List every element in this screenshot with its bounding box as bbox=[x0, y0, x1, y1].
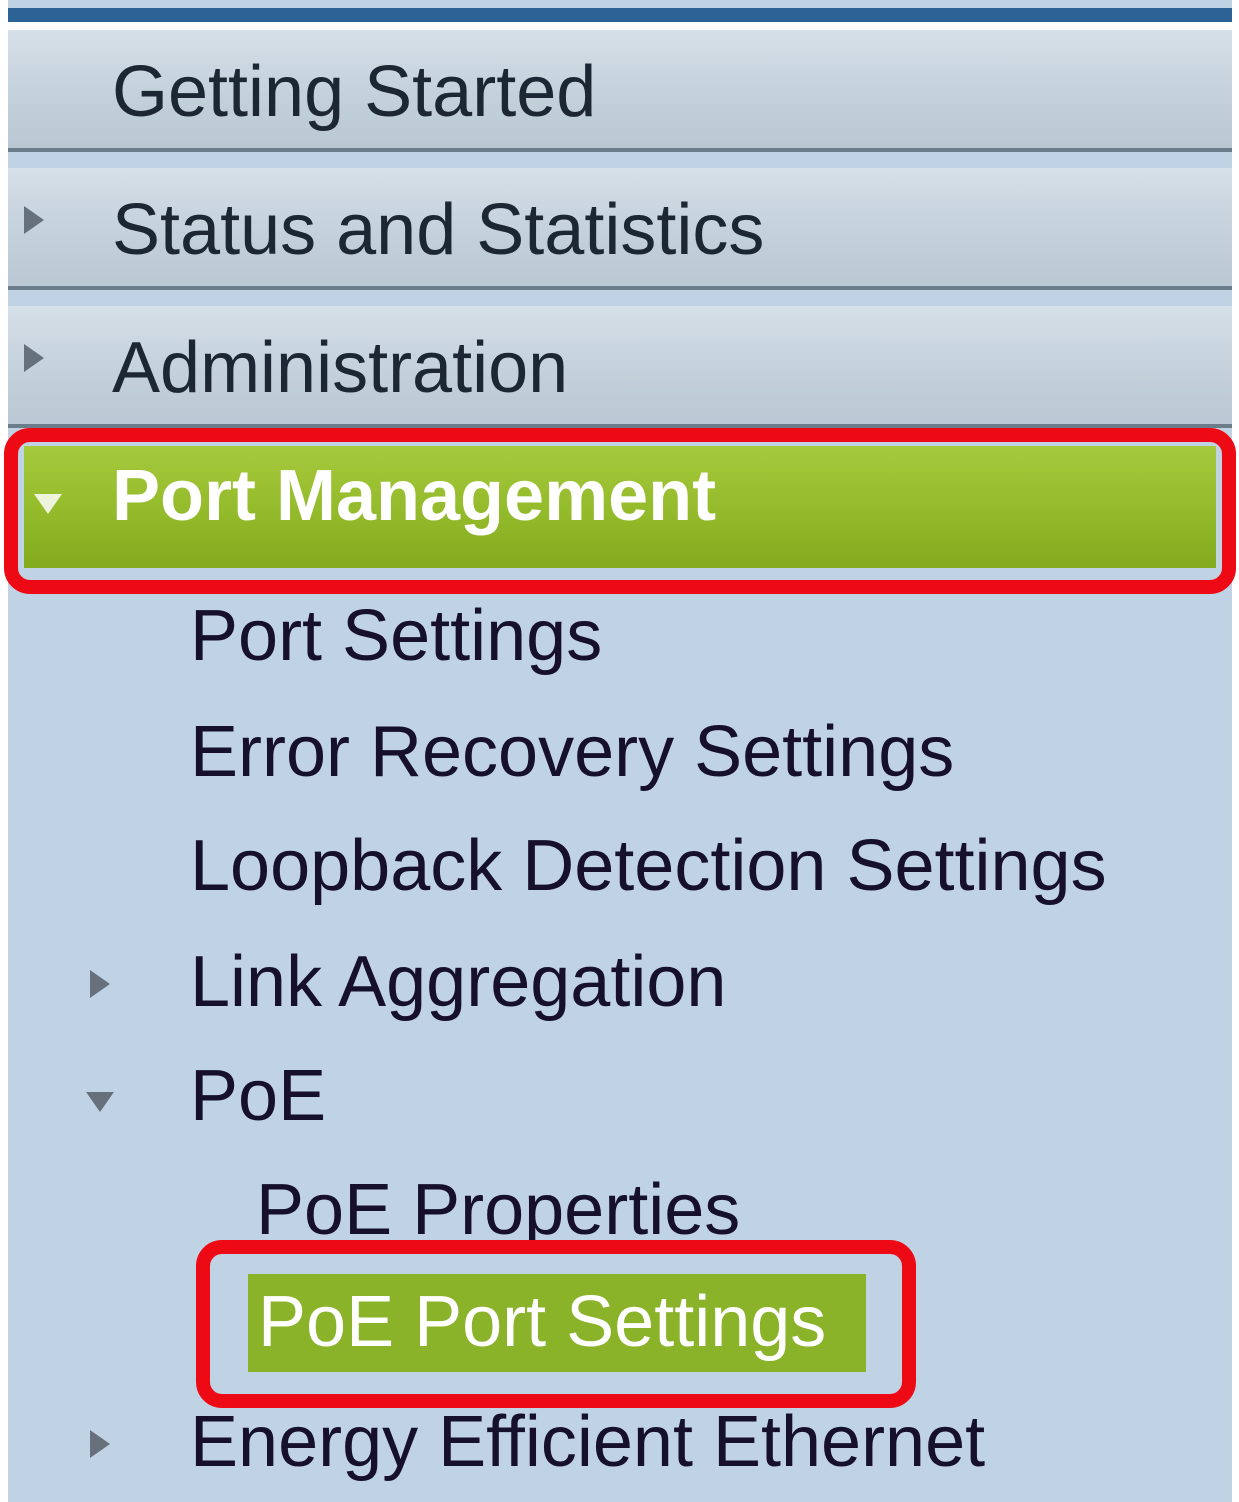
top-divider bbox=[8, 22, 1232, 30]
menu-item-energy-efficient-ethernet[interactable]: Energy Efficient Ethernet bbox=[190, 1406, 985, 1478]
menu-item-port-management[interactable]: Port Management bbox=[24, 446, 1216, 568]
menu-item-label: Administration bbox=[112, 328, 569, 408]
menu-item-label: Getting Started bbox=[112, 52, 597, 132]
menu-item-label: Status and Statistics bbox=[112, 190, 765, 270]
collapsed-arrow-icon bbox=[24, 206, 44, 234]
menu-item-label: PoE Port Settings bbox=[258, 1282, 827, 1362]
menu-item-status-and-statistics[interactable]: Status and Statistics bbox=[8, 168, 1232, 290]
collapsed-arrow-icon bbox=[90, 970, 110, 998]
expanded-arrow-icon bbox=[34, 494, 62, 514]
menu-item-administration[interactable]: Administration bbox=[8, 306, 1232, 428]
menu-item-poe-properties[interactable]: PoE Properties bbox=[256, 1174, 740, 1246]
collapsed-arrow-icon bbox=[90, 1430, 110, 1458]
menu-item-loopback-detection-settings[interactable]: Loopback Detection Settings bbox=[190, 830, 1107, 902]
expanded-arrow-icon bbox=[86, 1092, 114, 1112]
menu-item-poe-port-settings[interactable]: PoE Port Settings bbox=[248, 1274, 866, 1372]
menu-item-link-aggregation[interactable]: Link Aggregation bbox=[190, 946, 726, 1018]
menu-item-getting-started[interactable]: Getting Started bbox=[8, 30, 1232, 152]
menu-item-port-settings[interactable]: Port Settings bbox=[190, 600, 602, 672]
menu-item-label: Port Management bbox=[112, 456, 717, 536]
top-accent-bar bbox=[8, 8, 1232, 22]
menu-item-error-recovery-settings[interactable]: Error Recovery Settings bbox=[190, 716, 954, 788]
menu-item-poe[interactable]: PoE bbox=[190, 1060, 326, 1132]
collapsed-arrow-icon bbox=[24, 344, 44, 372]
